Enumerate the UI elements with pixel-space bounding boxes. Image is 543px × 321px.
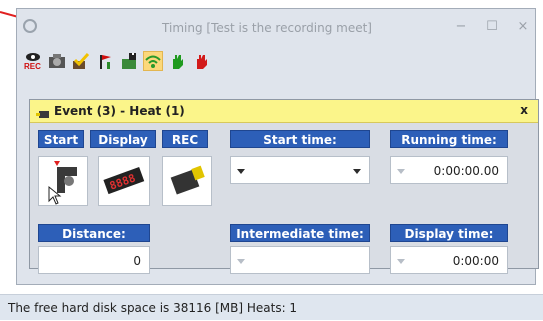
checked-tool-icon[interactable] [71, 51, 91, 71]
display-button-label[interactable]: Display [90, 130, 156, 148]
title-bar: Timing [Test is the recording meet] − ☐ … [17, 9, 535, 45]
display-time-label: Display time: [390, 224, 508, 242]
timing-window: Timing [Test is the recording meet] − ☐ … [16, 8, 539, 285]
display-board-button[interactable]: 8888 [98, 156, 150, 206]
video-camera-icon [170, 165, 205, 195]
start-button-label[interactable]: Start [38, 130, 84, 148]
running-time-value: 0:00:00.00 [433, 164, 499, 178]
green-hand-icon[interactable] [167, 51, 187, 71]
running-time-field[interactable]: 0:00:00.00 [390, 156, 508, 184]
distance-label: Distance: [38, 224, 150, 242]
start-gun-button[interactable] [38, 156, 88, 206]
event-camera-icon [36, 105, 52, 124]
running-time-label: Running time: [390, 130, 508, 148]
intermediate-time-select[interactable] [230, 246, 370, 274]
close-window-button[interactable]: × [511, 17, 535, 37]
chevron-down-icon [353, 169, 361, 174]
camera-icon[interactable] [47, 51, 67, 71]
chevron-down-icon [397, 259, 405, 264]
maximize-button[interactable]: ☐ [480, 17, 504, 37]
chevron-down-icon [237, 169, 245, 174]
minimize-button[interactable]: − [449, 17, 473, 37]
start-time-select[interactable] [230, 156, 370, 184]
wifi-signal-icon[interactable] [143, 51, 163, 71]
eye-rec-icon[interactable]: REC [23, 51, 43, 71]
checker-flag-icon[interactable] [119, 51, 139, 71]
distance-value: 0 [133, 254, 141, 268]
chevron-down-icon [237, 259, 245, 264]
panel-close-button[interactable]: x [520, 103, 528, 117]
app-icon [23, 19, 37, 33]
display-time-field[interactable]: 0:00:00 [390, 246, 508, 274]
rec-button-label[interactable]: REC [162, 130, 208, 148]
window-title: Timing [Test is the recording meet] [162, 21, 372, 35]
starting-pistol-icon [48, 161, 77, 205]
toolbar: REC [17, 47, 535, 73]
distance-input[interactable]: 0 [38, 246, 150, 274]
rec-camera-button[interactable] [162, 156, 212, 206]
svg-text:8888: 8888 [108, 171, 137, 192]
panel-header: Event (3) - Heat (1) x [30, 100, 538, 123]
red-hand-icon[interactable] [191, 51, 211, 71]
start-time-label: Start time: [230, 130, 370, 148]
status-bar: The free hard disk space is 38116 [MB] H… [0, 294, 543, 320]
svg-text:REC: REC [24, 62, 41, 71]
intermediate-time-label: Intermediate time: [230, 224, 370, 242]
display-time-value: 0:00:00 [452, 254, 499, 268]
flag-i-icon[interactable] [95, 51, 115, 71]
chevron-down-icon [397, 169, 405, 174]
event-heat-panel: Event (3) - Heat (1) x Start Display REC… [29, 99, 539, 274]
panel-title: Event (3) - Heat (1) [54, 104, 185, 118]
